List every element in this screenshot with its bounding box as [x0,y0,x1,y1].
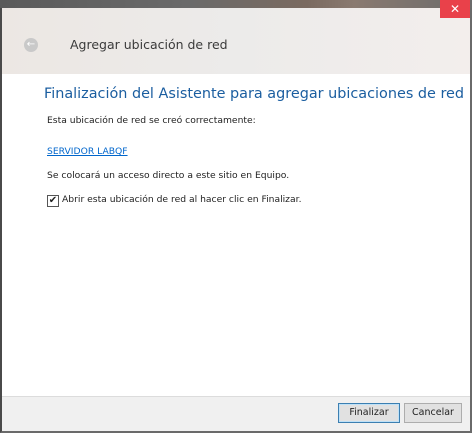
checkmark-icon: ✔ [48,195,58,206]
back-button[interactable]: ← [24,38,38,52]
window-top-strip [0,0,472,8]
page-heading: Finalización del Asistente para agregar … [44,86,465,102]
created-message: Esta ubicación de red se creó correctame… [47,115,256,126]
finish-button[interactable]: Finalizar [338,403,400,423]
close-icon: ✕ [449,2,461,16]
shortcut-message: Se colocará un acceso directo a este sit… [47,170,290,181]
open-location-checkbox[interactable]: ✔ [47,195,59,207]
cancel-button[interactable]: Cancelar [404,403,462,423]
open-location-checkbox-label[interactable]: Abrir esta ubicación de red al hacer cli… [62,194,302,205]
close-button[interactable]: ✕ [440,0,470,18]
back-arrow-icon: ← [26,39,36,50]
network-location-link[interactable]: SERVIDOR LABQF [47,146,128,157]
window-title: Agregar ubicación de red [70,37,228,52]
